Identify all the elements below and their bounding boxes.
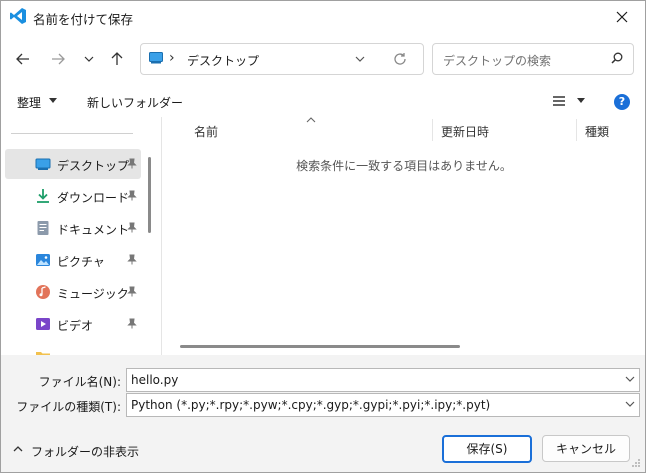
new-folder-button[interactable]: 新しいフォルダー bbox=[87, 94, 183, 111]
folder-icon bbox=[36, 352, 50, 355]
chevron-down-icon[interactable] bbox=[625, 376, 635, 382]
sidebar-item-desktop[interactable]: デスクトップ bbox=[5, 149, 141, 179]
refresh-icon[interactable] bbox=[393, 52, 407, 66]
picture-icon bbox=[36, 254, 50, 266]
save-button[interactable]: 保存(S) bbox=[442, 435, 532, 463]
music-icon bbox=[36, 285, 50, 299]
caret-down-icon bbox=[49, 98, 57, 103]
column-header-type[interactable]: 種類 bbox=[585, 123, 609, 140]
filename-input[interactable]: hello.py bbox=[131, 373, 178, 387]
sidebar-item-pictures[interactable]: ピクチャ bbox=[5, 245, 141, 275]
sidebar-item-label: ミュージック bbox=[57, 287, 129, 301]
arrow-right-icon bbox=[52, 53, 65, 65]
help-icon[interactable]: ? bbox=[614, 94, 630, 110]
sort-ascending-icon bbox=[306, 117, 316, 123]
filetype-label: ファイルの種類(T): bbox=[16, 400, 121, 414]
filename-label: ファイル名(N): bbox=[38, 375, 121, 389]
pin-icon[interactable] bbox=[127, 318, 137, 329]
cancel-button[interactable]: キャンセル bbox=[542, 435, 630, 462]
vscode-icon bbox=[10, 8, 26, 24]
search-input[interactable]: デスクトップの検索 bbox=[443, 52, 551, 69]
forward-button[interactable] bbox=[46, 47, 70, 71]
resize-grip-icon[interactable] bbox=[631, 458, 641, 468]
pin-icon[interactable] bbox=[127, 190, 137, 201]
search-box[interactable]: デスクトップの検索 bbox=[432, 43, 634, 75]
back-button[interactable] bbox=[11, 47, 35, 71]
chevron-up-icon[interactable] bbox=[13, 446, 23, 452]
breadcrumb-separator: › bbox=[169, 50, 175, 66]
sidebar-item-label: ダウンロード bbox=[57, 191, 130, 205]
address-bar[interactable]: › デスクトップ bbox=[140, 43, 424, 75]
command-bar: 整理 新しいフォルダー ? bbox=[1, 87, 645, 117]
sidebar-item-music[interactable]: ミュージック bbox=[5, 277, 141, 307]
sidebar-item-label: ドキュメント bbox=[57, 223, 130, 237]
sidebar-item-label: デスクトップ bbox=[57, 159, 130, 173]
sidebar-item-downloads[interactable]: ダウンロード bbox=[5, 181, 141, 211]
caret-down-icon[interactable] bbox=[577, 98, 585, 103]
close-button[interactable] bbox=[599, 1, 645, 33]
chevron-down-icon[interactable] bbox=[625, 401, 635, 407]
chevron-down-icon[interactable] bbox=[355, 56, 365, 62]
file-list: 名前 更新日時 種類 検索条件に一致する項目はありません。 bbox=[161, 117, 645, 355]
pin-icon[interactable] bbox=[127, 254, 137, 265]
filename-field[interactable]: hello.py bbox=[126, 368, 640, 392]
sidebar-item-label: ピクチャ bbox=[57, 255, 105, 269]
save-as-dialog: 名前を付けて保存 › デスクトップ デスクトップの検索 整理 新しいフォルダー … bbox=[0, 0, 646, 473]
navigation-pane: デスクトップ ダウンロード ドキュメント ピクチャ ミュージック ビデオ bbox=[1, 117, 158, 355]
desktop-icon bbox=[35, 158, 51, 170]
sidebar-item-documents[interactable]: ドキュメント bbox=[5, 213, 141, 243]
document-icon bbox=[37, 221, 49, 235]
sidebar-item-label: ビデオ bbox=[57, 319, 94, 333]
sidebar-item-partial-folder[interactable] bbox=[5, 341, 141, 355]
hide-folders-button[interactable]: フォルダーの非表示 bbox=[31, 443, 139, 460]
desktop-icon bbox=[149, 52, 163, 64]
column-divider[interactable] bbox=[432, 119, 433, 141]
chevron-down-icon bbox=[84, 56, 94, 62]
breadcrumb-location[interactable]: デスクトップ bbox=[187, 52, 259, 69]
empty-message: 検索条件に一致する項目はありません。 bbox=[296, 159, 512, 173]
pin-icon[interactable] bbox=[127, 158, 137, 169]
sidebar-item-videos[interactable]: ビデオ bbox=[5, 309, 141, 339]
close-icon bbox=[616, 11, 628, 23]
title-bar: 名前を付けて保存 bbox=[1, 1, 645, 33]
window-title: 名前を付けて保存 bbox=[33, 12, 134, 27]
column-header-modified[interactable]: 更新日時 bbox=[441, 123, 489, 140]
arrow-up-icon bbox=[111, 52, 123, 65]
download-icon bbox=[37, 189, 49, 203]
view-options-icon[interactable] bbox=[552, 95, 566, 107]
up-button[interactable] bbox=[105, 47, 129, 71]
horizontal-scrollbar[interactable] bbox=[180, 345, 460, 348]
sidebar-scrollbar[interactable] bbox=[148, 157, 151, 233]
search-icon bbox=[611, 52, 623, 64]
filetype-value: Python (*.py;*.rpy;*.pyw;*.cpy;*.gyp;*.g… bbox=[131, 398, 491, 412]
recent-locations-button[interactable] bbox=[77, 47, 101, 71]
arrow-left-icon bbox=[16, 53, 29, 65]
sidebar-divider bbox=[11, 133, 133, 134]
column-header-name[interactable]: 名前 bbox=[194, 123, 218, 140]
organize-button[interactable]: 整理 bbox=[17, 94, 41, 111]
pin-icon[interactable] bbox=[127, 286, 137, 297]
video-icon bbox=[36, 318, 50, 330]
filetype-select[interactable]: Python (*.py;*.rpy;*.pyw;*.cpy;*.gyp;*.g… bbox=[126, 393, 640, 417]
pin-icon[interactable] bbox=[127, 222, 137, 233]
column-divider[interactable] bbox=[576, 119, 577, 141]
